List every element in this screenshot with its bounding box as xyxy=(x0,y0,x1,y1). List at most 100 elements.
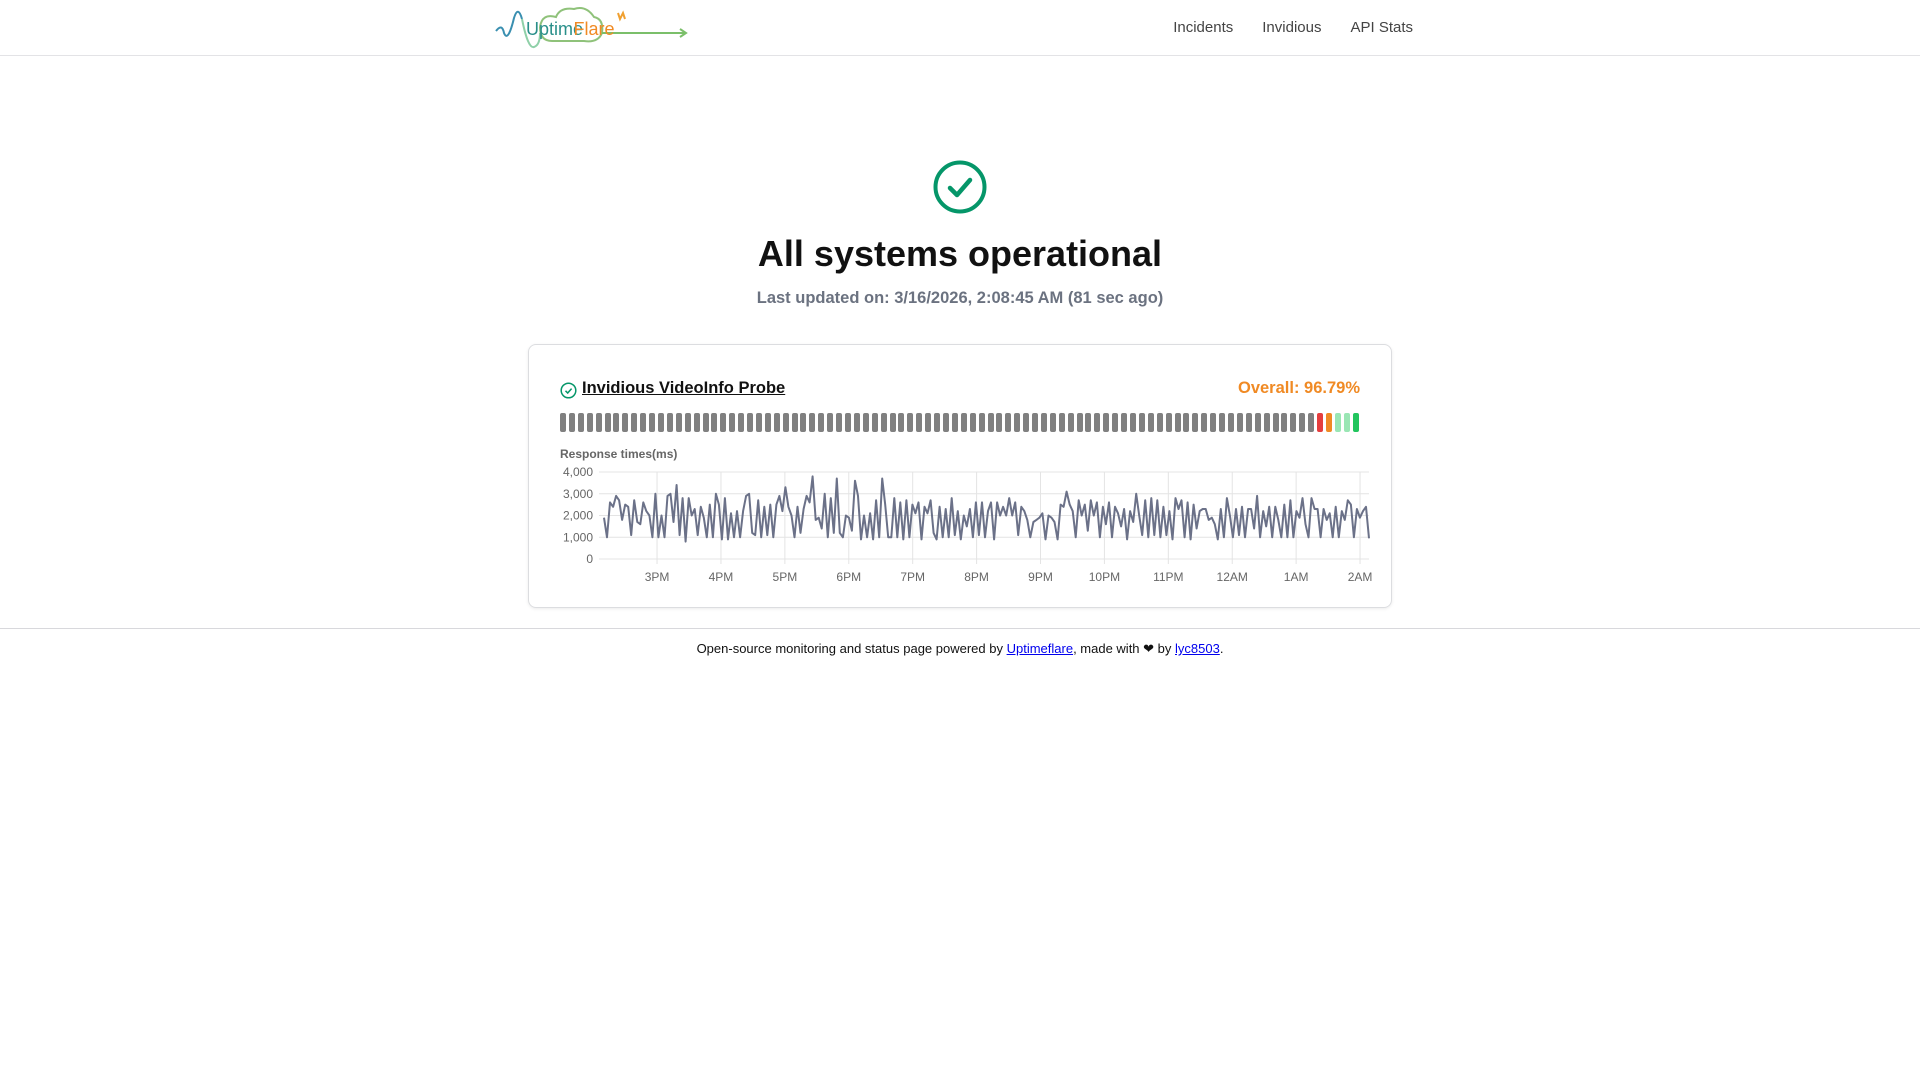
uptime-bar-nodata[interactable] xyxy=(1281,413,1288,432)
uptime-bar-nodata[interactable] xyxy=(862,413,869,432)
uptime-bar-nodata[interactable] xyxy=(604,413,611,432)
uptime-bar-nodata[interactable] xyxy=(693,413,700,432)
uptime-bar-nodata[interactable] xyxy=(773,413,780,432)
uptime-bar-nodata[interactable] xyxy=(1121,413,1128,432)
uptime-bar-nodata[interactable] xyxy=(755,413,762,432)
uptime-bar-nodata[interactable] xyxy=(1067,413,1074,432)
uptime-bar-nodata[interactable] xyxy=(1049,413,1056,432)
uptime-bar-nodata[interactable] xyxy=(782,413,789,432)
uptime-bar-nodata[interactable] xyxy=(1058,413,1065,432)
uptime-bar-nodata[interactable] xyxy=(818,413,825,432)
uptime-bar-nodata[interactable] xyxy=(889,413,896,432)
uptime-bar-nodata[interactable] xyxy=(631,413,638,432)
uptime-bar-nodata[interactable] xyxy=(738,413,745,432)
nav-api-stats[interactable]: API Stats xyxy=(1350,19,1413,36)
uptime-bar-nodata[interactable] xyxy=(1005,413,1012,432)
uptime-bar-nodata[interactable] xyxy=(1032,413,1039,432)
author-link[interactable]: lyc8503 xyxy=(1175,641,1220,656)
uptime-bar-nodata[interactable] xyxy=(942,413,949,432)
uptime-bar-nodata[interactable] xyxy=(1227,413,1234,432)
uptime-bar-nodata[interactable] xyxy=(640,413,647,432)
uptime-bar-nodata[interactable] xyxy=(1245,413,1252,432)
uptime-bar-nodata[interactable] xyxy=(649,413,656,432)
uptime-bar-nodata[interactable] xyxy=(1156,413,1163,432)
uptime-bar-up[interactable] xyxy=(1352,413,1359,432)
uptime-bar-nodata[interactable] xyxy=(800,413,807,432)
uptime-bar-nodata[interactable] xyxy=(925,413,932,432)
uptime-bar-nodata[interactable] xyxy=(1094,413,1101,432)
uptime-bar-nodata[interactable] xyxy=(1130,413,1136,432)
uptime-bar-nodata[interactable] xyxy=(1165,413,1172,432)
uptime-bar-nodata[interactable] xyxy=(1272,413,1279,432)
uptime-bar-nodata[interactable] xyxy=(1183,413,1190,432)
uptime-bar-nodata[interactable] xyxy=(764,413,771,432)
uptime-bar-nodata[interactable] xyxy=(568,413,575,432)
uptime-bar-nodata[interactable] xyxy=(871,413,878,432)
uptime-bar-nodata[interactable] xyxy=(987,413,994,432)
uptime-bar-nodata[interactable] xyxy=(595,413,602,432)
uptime-bar-nodata[interactable] xyxy=(711,413,718,432)
uptime-bar-nodata[interactable] xyxy=(613,413,620,432)
uptime-bar-partial[interactable] xyxy=(1343,413,1350,432)
uptime-bar-nodata[interactable] xyxy=(675,413,682,432)
uptime-bar-nodata[interactable] xyxy=(1210,413,1217,432)
uptime-bar-nodata[interactable] xyxy=(1040,413,1047,432)
uptime-bar-nodata[interactable] xyxy=(1219,413,1226,432)
uptime-bar-nodata[interactable] xyxy=(657,413,664,432)
nav-incidents[interactable]: Incidents xyxy=(1173,19,1233,36)
uptime-bar-nodata[interactable] xyxy=(934,413,941,432)
uptime-bar-nodata[interactable] xyxy=(720,413,727,432)
uptime-bar-nodata[interactable] xyxy=(996,413,1003,432)
uptime-bar-nodata[interactable] xyxy=(898,413,905,432)
uptime-bar-nodata[interactable] xyxy=(1103,413,1110,432)
uptime-bar-partial[interactable] xyxy=(1334,413,1341,432)
uptime-bar-nodata[interactable] xyxy=(1308,413,1315,432)
uptime-bar-nodata[interactable] xyxy=(978,413,985,432)
nav-invidious[interactable]: Invidious xyxy=(1262,19,1321,36)
uptime-bar-nodata[interactable] xyxy=(622,413,629,432)
uptime-bar-nodata[interactable] xyxy=(1192,413,1199,432)
uptime-bar-nodata[interactable] xyxy=(702,413,709,432)
uptime-bar-nodata[interactable] xyxy=(1299,413,1306,432)
uptime-bar-nodata[interactable] xyxy=(1023,413,1030,432)
uptime-bar-nodata[interactable] xyxy=(1138,413,1145,432)
uptime-bar-nodata[interactable] xyxy=(666,413,673,432)
uptime-bar-nodata[interactable] xyxy=(1147,413,1154,432)
uptime-bar-nodata[interactable] xyxy=(684,413,691,432)
uptime-bar-nodata[interactable] xyxy=(747,413,754,432)
uptime-bar-nodata[interactable] xyxy=(729,413,736,432)
uptime-bar-nodata[interactable] xyxy=(1014,413,1021,432)
uptime-bar-nodata[interactable] xyxy=(560,413,566,432)
uptime-bar-nodata[interactable] xyxy=(1085,413,1092,432)
uptime-bar-nodata[interactable] xyxy=(1290,413,1297,432)
uptime-bar-nodata[interactable] xyxy=(586,413,593,432)
uptime-bar-nodata[interactable] xyxy=(791,413,798,432)
uptime-bar-nodata[interactable] xyxy=(907,413,914,432)
uptime-bar-nodata[interactable] xyxy=(969,413,976,432)
uptime-bar-nodata[interactable] xyxy=(1254,413,1261,432)
monitor-name-link[interactable]: Invidious VideoInfo Probe xyxy=(582,379,785,398)
uptimeflare-link[interactable]: Uptimeflare xyxy=(1007,641,1073,656)
uptime-bar-degraded[interactable] xyxy=(1325,413,1332,432)
uptime-bar-nodata[interactable] xyxy=(853,413,860,432)
uptime-bar-nodata[interactable] xyxy=(916,413,923,432)
uptime-bar-nodata[interactable] xyxy=(836,413,843,432)
check-circle-icon xyxy=(933,160,987,214)
uptime-bar-nodata[interactable] xyxy=(1263,413,1270,432)
x-tick-label: 8PM xyxy=(964,570,989,584)
uptime-bar-nodata[interactable] xyxy=(577,413,584,432)
uptime-bar-nodata[interactable] xyxy=(1076,413,1083,432)
uptime-bar-nodata[interactable] xyxy=(880,413,887,432)
uptime-bar-nodata[interactable] xyxy=(951,413,958,432)
uptime-bar-nodata[interactable] xyxy=(827,413,834,432)
uptime-bar-nodata[interactable] xyxy=(809,413,816,432)
uptime-bar-nodata[interactable] xyxy=(960,413,967,432)
x-tick-label: 11PM xyxy=(1153,570,1183,584)
uptime-bar-nodata[interactable] xyxy=(1201,413,1208,432)
uptime-bar-down[interactable] xyxy=(1317,413,1324,432)
uptime-bar-nodata[interactable] xyxy=(1174,413,1181,432)
uptimeflare-logo[interactable]: Uptime Flare xyxy=(494,3,690,53)
uptime-bar-nodata[interactable] xyxy=(1112,413,1119,432)
uptime-bar-nodata[interactable] xyxy=(1236,413,1243,432)
uptime-bar-nodata[interactable] xyxy=(845,413,851,432)
